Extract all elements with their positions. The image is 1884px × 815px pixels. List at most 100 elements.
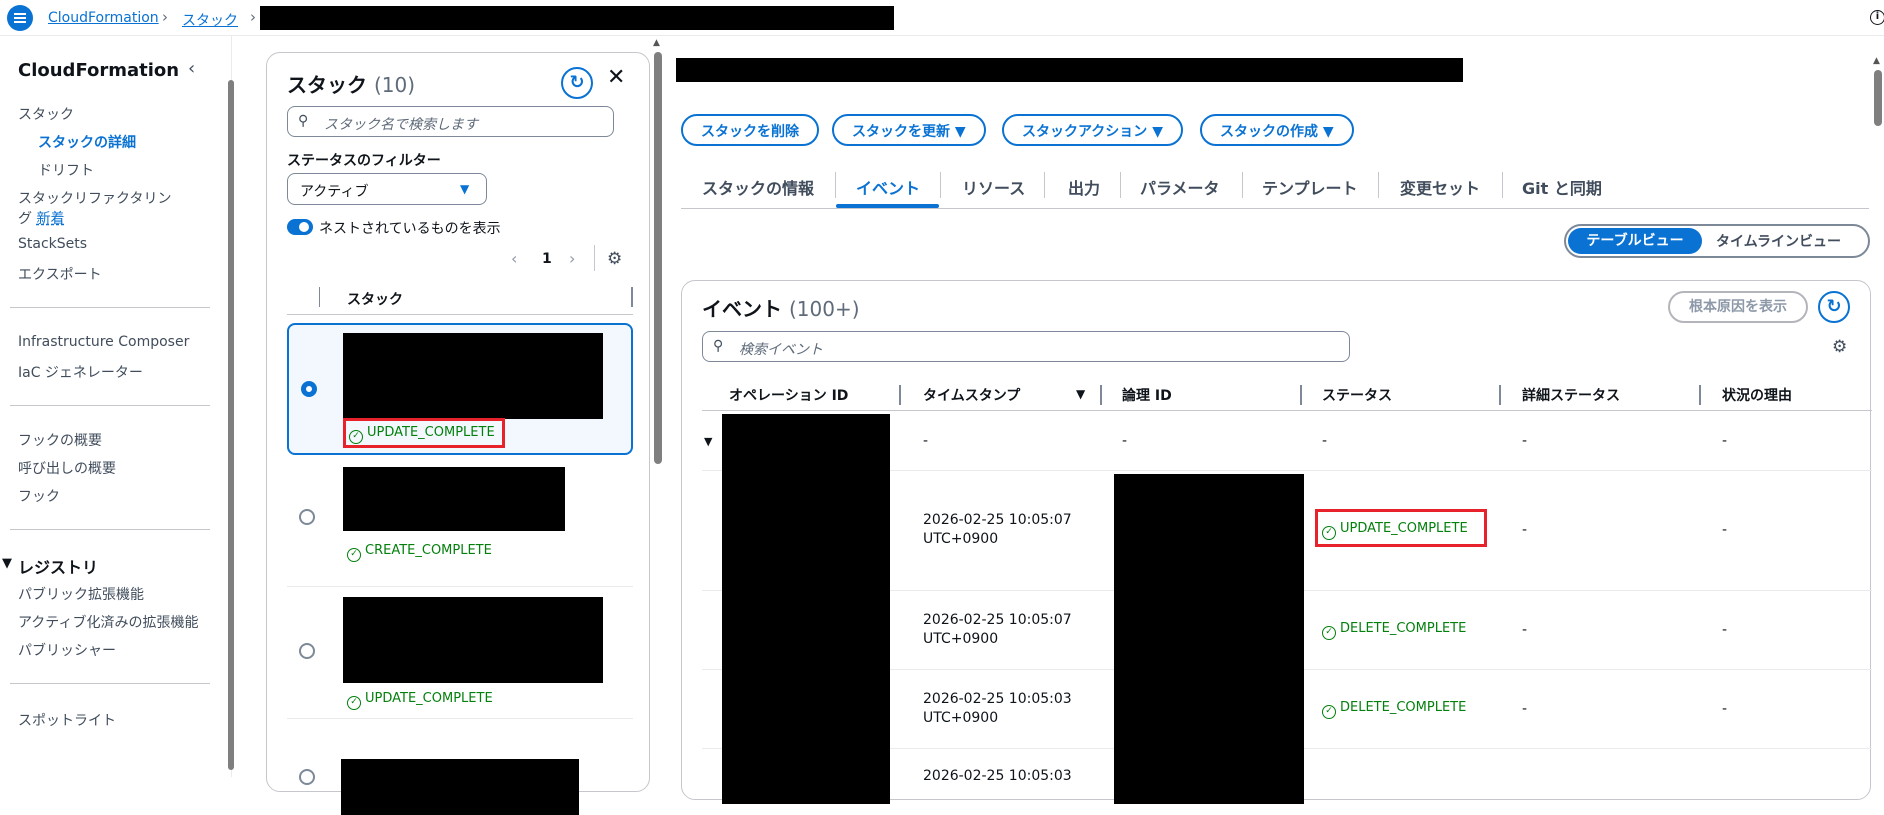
- col-detailed-status[interactable]: 詳細ステータス: [1522, 385, 1620, 405]
- stack-card[interactable]: ✓ UPDATE_COMPLETE: [287, 587, 633, 719]
- redacted-stack-name: [343, 467, 565, 531]
- update-stack-button[interactable]: スタックを更新 ▼: [832, 114, 986, 146]
- stack-column-title[interactable]: スタック: [347, 289, 403, 309]
- nav-item-hooks[interactable]: フック: [18, 486, 60, 506]
- panel-scrollbar[interactable]: [654, 52, 662, 464]
- settings-gear-icon[interactable]: ⚙: [1832, 337, 1847, 357]
- info-icon[interactable]: i: [1870, 10, 1884, 25]
- tab-divider: [1378, 172, 1379, 198]
- col-operation-id[interactable]: オペレーション ID: [729, 385, 848, 405]
- cell-status: -: [1322, 433, 1328, 449]
- nav-item-hooks-overview[interactable]: フックの概要: [18, 430, 102, 450]
- status-filter-value: アクティブ: [300, 184, 369, 200]
- stack-card[interactable]: ✓ CREATE_COMPLETE: [287, 459, 633, 587]
- nav-item-iac-generator[interactable]: IaC ジェネレーター: [18, 362, 143, 382]
- nav-item-infra-composer[interactable]: Infrastructure Composer: [18, 334, 189, 350]
- menu-icon[interactable]: [7, 5, 33, 31]
- nav-item-activated-extensions[interactable]: アクティブ化済みの拡張機能: [18, 612, 198, 632]
- stack-actions-button[interactable]: スタックアクション ▼: [1002, 114, 1183, 146]
- tab-parameters[interactable]: パラメータ: [1140, 175, 1220, 199]
- main-scrollbar[interactable]: [1874, 70, 1882, 126]
- timeline-view-button[interactable]: タイムラインビュー: [1716, 231, 1841, 251]
- scroll-up-icon[interactable]: ▲: [653, 38, 660, 48]
- stack-count: (10): [373, 73, 416, 97]
- view-toggle[interactable]: テーブルビュー タイムラインビュー: [1564, 224, 1870, 258]
- column-divider: [1499, 385, 1501, 405]
- tab-divider: [1502, 172, 1503, 198]
- tab-divider: [1242, 172, 1243, 198]
- expand-caret-icon[interactable]: ▼: [704, 432, 712, 451]
- search-icon: ⚲: [713, 338, 724, 354]
- nav-section-registry[interactable]: レジストリ: [18, 554, 98, 578]
- tab-events[interactable]: イベント: [856, 175, 920, 199]
- nav-item-invocations-overview[interactable]: 呼び出しの概要: [18, 458, 116, 478]
- nav-item-exports[interactable]: エクスポート: [18, 264, 102, 284]
- stack-radio[interactable]: [299, 509, 315, 525]
- tab-change-sets[interactable]: 変更セット: [1400, 175, 1480, 199]
- caret-down-icon: ▼: [954, 124, 966, 140]
- col-timestamp[interactable]: タイムスタンプ: [923, 385, 1020, 405]
- settings-gear-icon[interactable]: ⚙: [607, 249, 622, 269]
- nav-item-stack-details[interactable]: スタックの詳細: [38, 132, 136, 152]
- create-stack-button[interactable]: スタックの作成 ▼: [1200, 114, 1354, 146]
- nested-toggle[interactable]: [287, 219, 313, 235]
- redacted-breadcrumb: [260, 6, 894, 30]
- nav-divider: [10, 307, 210, 308]
- stack-search-input[interactable]: ⚲ スタック名で検索します: [287, 106, 614, 137]
- breadcrumb-cloudformation[interactable]: CloudFormation: [48, 10, 159, 26]
- refresh-icon[interactable]: ↻: [1818, 291, 1850, 323]
- sort-desc-icon[interactable]: ▼: [1076, 387, 1085, 401]
- status-text: DELETE_COMPLETE: [1340, 700, 1467, 715]
- col-logical-id[interactable]: 論理 ID: [1122, 385, 1172, 405]
- tab-resources[interactable]: リソース: [962, 175, 1025, 199]
- chevron-right-icon[interactable]: ›: [569, 249, 575, 268]
- scroll-up-icon[interactable]: ▲: [1873, 56, 1880, 66]
- status-filter-select[interactable]: アクティブ ▼: [287, 173, 487, 205]
- stack-card[interactable]: ✓ UPDATE_COMPLETE: [287, 323, 633, 455]
- redacted-logical-id: [1114, 474, 1304, 804]
- collapse-icon[interactable]: ‹: [188, 58, 195, 79]
- status-text: CREATE_COMPLETE: [365, 543, 492, 558]
- events-search-input[interactable]: ⚲ 検索イベント: [702, 331, 1350, 362]
- redacted-stack-title: [676, 58, 1463, 82]
- nav-item-stacksets[interactable]: StackSets: [18, 236, 87, 252]
- cell-timestamp: -: [923, 433, 929, 449]
- delete-stack-button[interactable]: スタックを削除: [681, 114, 819, 146]
- col-status[interactable]: ステータス: [1322, 385, 1392, 405]
- tab-divider: [1120, 172, 1121, 198]
- status-text: UPDATE_COMPLETE: [365, 691, 493, 706]
- tab-template[interactable]: テンプレート: [1262, 175, 1358, 199]
- stack-radio[interactable]: [299, 643, 315, 659]
- nav-item-publisher[interactable]: パブリッシャー: [18, 640, 116, 660]
- new-badge[interactable]: 新着: [36, 211, 64, 227]
- nav-item-spotlight[interactable]: スポットライト: [18, 710, 116, 730]
- nav-item-refactoring[interactable]: スタックリファクタリン: [18, 188, 171, 208]
- check-circle-icon: ✓: [1322, 705, 1336, 719]
- stack-radio[interactable]: [301, 381, 317, 397]
- refresh-icon[interactable]: ↻: [561, 67, 593, 99]
- nav-item-refactoring-cont[interactable]: グ 新着: [18, 208, 64, 228]
- stack-radio[interactable]: [299, 769, 315, 785]
- close-icon[interactable]: ✕: [607, 65, 625, 90]
- status-text: DELETE_COMPLETE: [1340, 621, 1467, 636]
- nav-scrollbar[interactable]: [228, 80, 234, 770]
- stack-card[interactable]: [287, 719, 633, 815]
- col-status-reason[interactable]: 状況の理由: [1722, 385, 1792, 405]
- table-view-button[interactable]: テーブルビュー: [1568, 228, 1702, 254]
- tab-stack-info[interactable]: スタックの情報: [702, 175, 814, 199]
- caret-down-icon[interactable]: ▼: [2, 556, 12, 571]
- delete-stack-label: スタックを削除: [701, 124, 799, 140]
- tab-outputs[interactable]: 出力: [1068, 175, 1100, 199]
- tab-git-sync[interactable]: Git と同期: [1522, 175, 1602, 199]
- nav-item-public-extensions[interactable]: パブリック拡張機能: [18, 584, 144, 604]
- root-cause-button[interactable]: 根本原因を表示: [1668, 291, 1808, 323]
- nav-item-drift[interactable]: ドリフト: [38, 160, 94, 180]
- update-stack-label: スタックを更新: [852, 124, 950, 140]
- caret-down-icon: ▼: [1322, 124, 1334, 140]
- status-badge: ✓ DELETE_COMPLETE: [1322, 700, 1466, 719]
- chevron-left-icon[interactable]: ‹: [511, 249, 517, 268]
- nav-item-stacks[interactable]: スタック: [18, 104, 74, 124]
- redacted-stack-name: [343, 333, 603, 419]
- breadcrumb-stacks[interactable]: スタック: [182, 10, 238, 30]
- page-number[interactable]: 1: [542, 251, 552, 267]
